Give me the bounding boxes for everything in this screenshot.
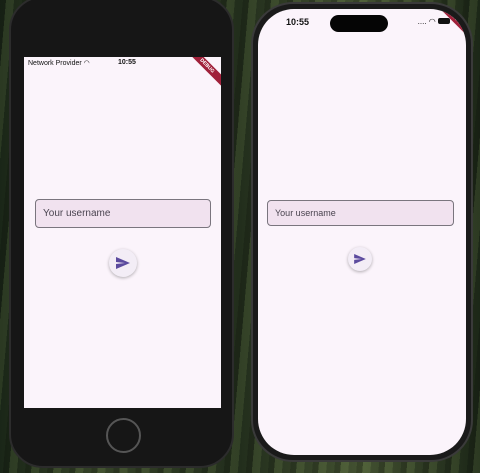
clock: 10:55 [286,17,310,27]
clock: 10:55 [118,59,136,66]
username-input[interactable]: Your username [35,199,211,228]
send-button[interactable] [348,247,372,271]
send-icon [116,257,130,269]
send-icon [354,254,366,264]
app-screen-right: 10:55 .... ◠ DEBUG Your username [258,9,466,455]
home-button[interactable] [106,418,141,453]
dynamic-island [330,15,388,32]
send-button[interactable] [109,249,137,277]
signal-indicator: .... [417,17,427,26]
status-bar: Network Provider ◠ 10:55 [28,59,218,67]
wifi-icon: ◠ [428,17,436,26]
carrier-label: Network Provider [28,60,82,67]
wifi-icon: ◠ [83,60,90,67]
battery-icon [438,18,450,24]
username-input[interactable]: Your username [267,200,454,226]
status-icons: .... ◠ [418,17,450,26]
app-screen-left: Network Provider ◠ 10:55 DEBUG Your user… [24,57,221,408]
